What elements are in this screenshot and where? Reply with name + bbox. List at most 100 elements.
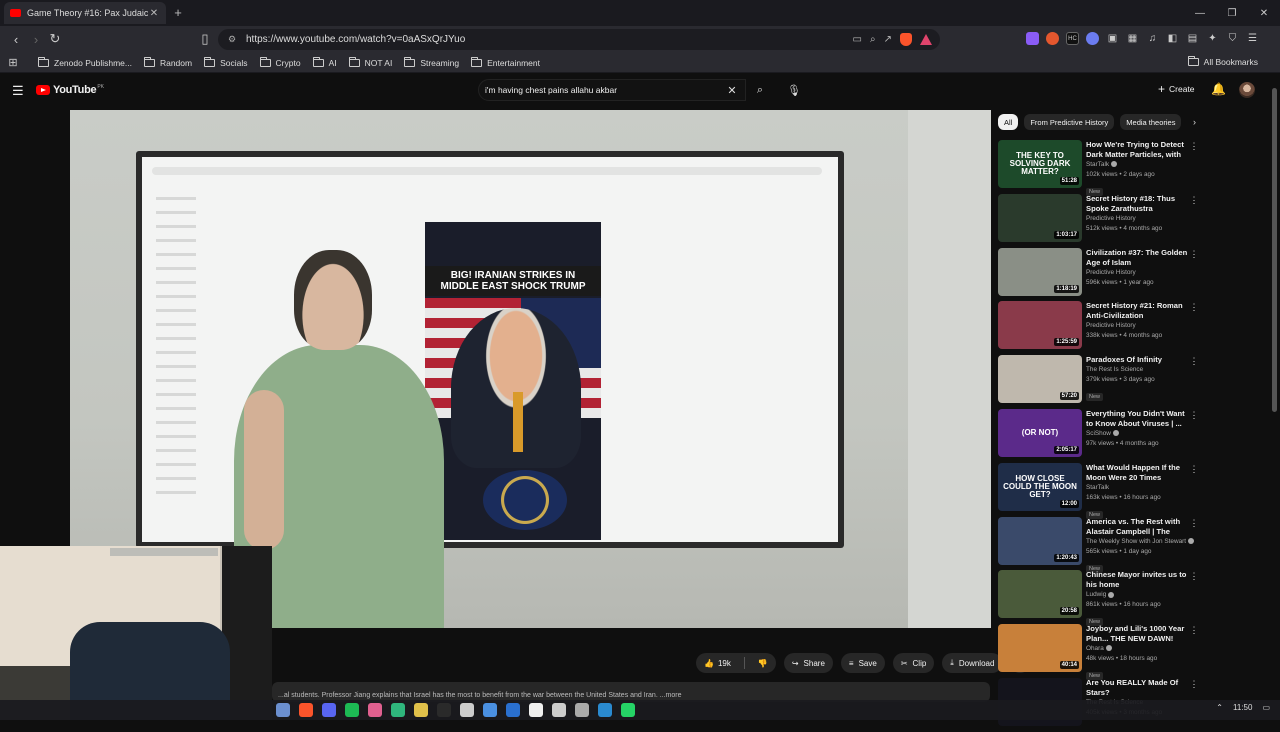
clip-button[interactable]: ✂ Clip — [892, 653, 935, 673]
recommendation-item[interactable]: 57:20 Paradoxes Of Infinity The Rest Is … — [998, 355, 1270, 409]
recommendation-item[interactable]: 1:25:59 Secret History #21: Roman Anti-C… — [998, 301, 1270, 355]
site-settings-icon[interactable]: ⚙ — [226, 34, 238, 45]
bookmark-folder[interactable]: Socials — [204, 56, 248, 68]
bookmark-page-icon[interactable]: ▯ — [197, 31, 213, 47]
dislike-button[interactable]: 👎 — [750, 653, 776, 673]
taskbar-app-icon[interactable] — [437, 703, 451, 717]
more-vertical-icon[interactable]: ⋮ — [1190, 626, 1199, 635]
menu-icon[interactable]: ☰ — [1246, 32, 1259, 45]
recommendation-item[interactable]: 20:58 Chinese Mayor invites us to his ho… — [998, 570, 1270, 627]
bookmark-folder[interactable]: Streaming — [404, 56, 459, 68]
brave-shields-icon[interactable] — [900, 33, 912, 46]
recommendation-title[interactable]: How We're Trying to Detect Dark Matter P… — [1086, 140, 1190, 160]
video-thumbnail[interactable]: 40:14 — [998, 624, 1082, 673]
taskbar-app-icon[interactable] — [391, 703, 405, 717]
close-tab-icon[interactable]: ✕ — [148, 8, 160, 19]
taskbar-app-icon[interactable] — [529, 703, 543, 717]
restore-icon[interactable]: ❐ — [1216, 0, 1248, 26]
brave-rewards-icon[interactable] — [920, 34, 932, 45]
chip-from-predictive-history[interactable]: From Predictive History — [1024, 114, 1115, 130]
cast-icon[interactable]: ▭ — [853, 34, 862, 45]
bookmark-folder[interactable]: Random — [143, 56, 192, 68]
bookmark-folder[interactable]: Crypto — [259, 56, 301, 68]
recommendation-item[interactable]: 40:14 Joyboy and Lili's 1000 Year Plan..… — [998, 624, 1270, 681]
recommendation-title[interactable]: Chinese Mayor invites us to his home — [1086, 570, 1190, 590]
recommendation-item[interactable]: 1:20:43 America vs. The Rest with Alasta… — [998, 516, 1270, 573]
recommendation-title[interactable]: Paradoxes Of Infinity — [1086, 355, 1190, 365]
youtube-logo[interactable]: YouTube PK — [36, 84, 104, 96]
minimize-icon[interactable]: — — [1184, 0, 1216, 26]
video-thumbnail[interactable]: 1:25:59 — [998, 301, 1082, 350]
like-button[interactable]: 👍 19k — [696, 653, 739, 673]
taskbar-app-icon[interactable] — [368, 703, 382, 717]
recommendation-item[interactable]: HOW CLOSE COULD THE MOON GET? 12:00 What… — [998, 462, 1270, 519]
extension-diamond-icon[interactable] — [1026, 32, 1039, 45]
close-window-icon[interactable]: ✕ — [1248, 0, 1280, 26]
save-button[interactable]: ≡ Save — [840, 653, 885, 673]
video-thumbnail[interactable]: (OR NOT) 2:05:17 — [998, 408, 1082, 457]
taskbar-app-icon[interactable] — [276, 703, 290, 717]
more-vertical-icon[interactable]: ⋮ — [1190, 142, 1199, 151]
new-tab-button[interactable]: + — [170, 4, 186, 20]
clear-search-icon[interactable]: ✕ — [725, 84, 739, 97]
address-bar[interactable]: ⚙ https://www.youtube.com/watch?v=0aASxQ… — [218, 29, 940, 50]
bookmark-folder[interactable]: AI — [312, 56, 337, 68]
share-button[interactable]: ↪ Share — [783, 653, 833, 673]
recommendation-item[interactable]: (OR NOT) 2:05:17 Everything You Didn't W… — [998, 408, 1270, 463]
more-vertical-icon[interactable]: ⋮ — [1190, 195, 1199, 205]
video-thumbnail[interactable]: 1:18:19 — [998, 247, 1082, 296]
channel-name[interactable]: StarTalk — [1086, 160, 1190, 170]
download-button[interactable]: ⤓ Download — [942, 653, 1003, 673]
extension-calendar-icon[interactable]: ▦ — [1126, 32, 1139, 45]
more-vertical-icon[interactable]: ⋮ — [1190, 357, 1199, 366]
extension-box-icon[interactable]: ▣ — [1106, 32, 1119, 45]
channel-name[interactable]: StarTalk — [1086, 483, 1190, 493]
page-scrollbar[interactable] — [1272, 88, 1277, 412]
voice-search-icon[interactable]: 🎙 — [783, 79, 805, 101]
more-vertical-icon[interactable]: ⋮ — [1190, 572, 1199, 581]
taskbar-app-icon[interactable] — [414, 703, 428, 717]
extension-cloud-icon[interactable] — [1086, 32, 1099, 45]
recommendation-item[interactable]: 1:18:19 Civilization #37: The Golden Age… — [998, 247, 1270, 302]
channel-name[interactable]: Predictive History — [1086, 321, 1190, 331]
guide-menu-icon[interactable]: ☰ — [12, 83, 24, 99]
notifications-icon[interactable]: ▭ — [1262, 703, 1270, 712]
channel-name[interactable]: The Weekly Show with Jon Stewart — [1086, 537, 1195, 547]
channel-name[interactable]: The Rest Is Science — [1086, 365, 1190, 375]
recommendation-title[interactable]: Secret History #21: Roman Anti-Civilizat… — [1086, 301, 1190, 321]
share-page-icon[interactable]: ↗ — [884, 34, 892, 45]
taskbar-app-icon[interactable] — [322, 703, 336, 717]
more-vertical-icon[interactable]: ⋮ — [1190, 303, 1199, 312]
chevron-up-icon[interactable]: ⌃ — [1216, 703, 1223, 712]
taskbar-app-icon[interactable] — [483, 703, 497, 717]
vpn-shield-icon[interactable]: ⛉ — [1226, 32, 1239, 45]
bookmark-folder[interactable]: NOT AI — [348, 56, 392, 68]
reload-icon[interactable]: ↻ — [47, 31, 63, 47]
channel-name[interactable]: Predictive History — [1086, 268, 1190, 278]
leo-ai-icon[interactable]: ✦ — [1206, 32, 1219, 45]
recommendation-title[interactable]: What Would Happen If the Moon Were 20 Ti… — [1086, 463, 1190, 483]
taskbar-app-icon[interactable] — [621, 703, 635, 717]
forward-icon[interactable]: › — [28, 31, 44, 47]
apps-grid-icon[interactable]: ⊞ — [6, 56, 20, 69]
taskbar-app-icon[interactable] — [506, 703, 520, 717]
more-vertical-icon[interactable]: ⋮ — [1190, 410, 1199, 420]
media-icon[interactable]: ♫ — [1146, 32, 1159, 45]
recommendation-title[interactable]: Joyboy and Lili's 1000 Year Plan... THE … — [1086, 624, 1190, 644]
more-vertical-icon[interactable]: ⋮ — [1190, 249, 1199, 259]
taskbar-app-icon[interactable] — [598, 703, 612, 717]
clock[interactable]: 11:50 — [1233, 703, 1252, 712]
recommendation-title[interactable]: Civilization #37: The Golden Age of Isla… — [1086, 248, 1190, 268]
video-description[interactable]: ...al students. Professor Jiang explains… — [272, 682, 990, 702]
recommendation-title[interactable]: Everything You Didn't Want to Know About… — [1086, 409, 1190, 429]
wallet-icon[interactable]: ▤ — [1186, 32, 1199, 45]
all-bookmarks[interactable]: All Bookmarks — [1187, 56, 1258, 67]
avatar[interactable] — [1239, 82, 1255, 98]
recommendation-title[interactable]: America vs. The Rest with Alastair Campb… — [1086, 517, 1190, 537]
recommendation-item[interactable]: 1:03:17 Secret History #18: Thus Spoke Z… — [998, 193, 1270, 248]
taskbar-app-icon[interactable] — [575, 703, 589, 717]
video-thumbnail[interactable]: HOW CLOSE COULD THE MOON GET? 12:00 — [998, 462, 1082, 511]
browser-tab[interactable]: Game Theory #16: Pax Judaica R ✕ — [4, 2, 166, 24]
bookmark-folder[interactable]: Entertainment — [471, 56, 540, 68]
search-input[interactable]: i'm having chest pains allahu akbar ✕ — [478, 79, 746, 101]
